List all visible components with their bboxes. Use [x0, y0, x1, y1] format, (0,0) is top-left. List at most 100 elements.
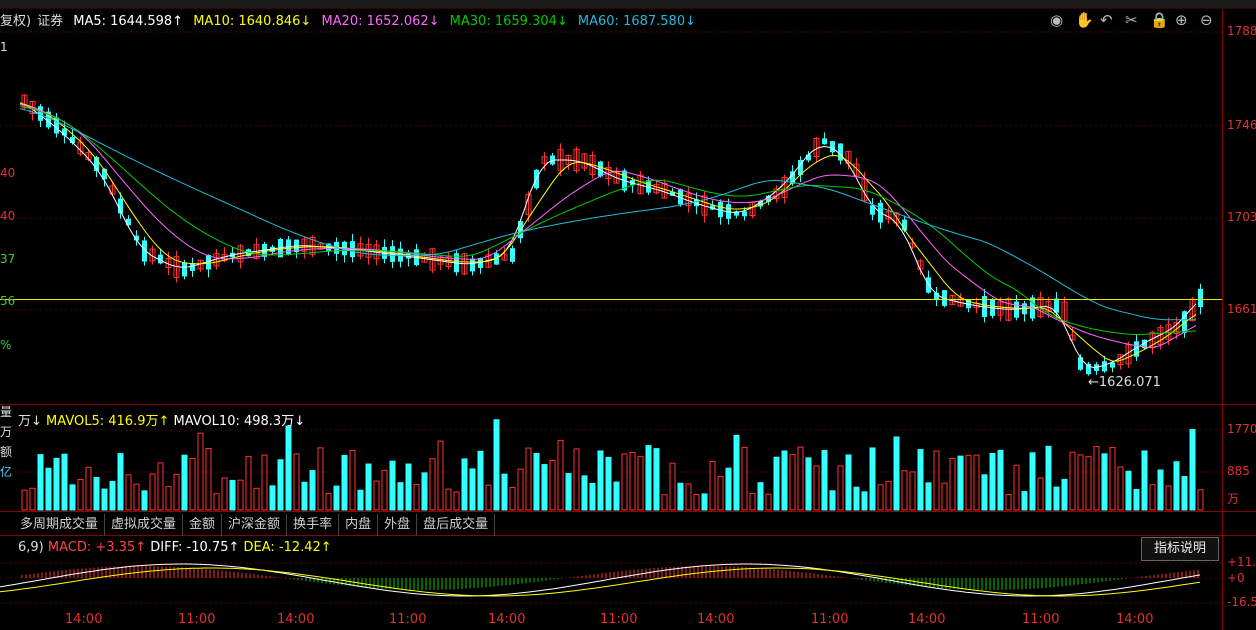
volume-bar — [789, 454, 796, 511]
volume-bar — [525, 447, 532, 511]
volume-bar — [365, 463, 372, 511]
volume-bar — [933, 450, 940, 511]
volume-bar — [317, 447, 324, 511]
candle-down — [742, 211, 747, 217]
volume-bar — [981, 474, 988, 511]
volume-bar — [629, 451, 636, 511]
volume-bar — [93, 476, 100, 511]
time-label: 11:00 — [811, 612, 849, 627]
volume-bar — [877, 484, 884, 511]
volume-bar — [741, 446, 748, 511]
volume-bar — [541, 464, 548, 511]
volume-bar — [581, 475, 588, 511]
tab-turnover[interactable]: 换手率 — [287, 514, 340, 536]
volume-bar — [637, 456, 644, 511]
volume-bar — [557, 439, 564, 511]
volume-bar — [1069, 451, 1076, 511]
volume-bar — [237, 479, 244, 511]
volume-bar — [1005, 494, 1012, 511]
volume-bar — [1141, 450, 1148, 511]
volume-bar — [349, 449, 356, 511]
candle-down — [1102, 361, 1107, 372]
volume-bar — [949, 457, 956, 511]
volume-bar — [725, 467, 732, 511]
volume-bar — [653, 448, 660, 511]
indicator-help-button[interactable]: 指标说明 — [1141, 537, 1219, 561]
tab-after-hours-volume[interactable]: 盘后成交量 — [417, 514, 496, 536]
volume-bar — [293, 453, 300, 511]
volume-bar — [245, 455, 252, 511]
tab-multi-period-volume[interactable]: 多周期成交量 — [14, 514, 106, 536]
candle-down — [1198, 288, 1203, 308]
tab-amount[interactable]: 金额 — [183, 514, 223, 536]
ma30-line — [19, 105, 1197, 336]
volume-bar — [669, 462, 676, 511]
volume-bar — [221, 477, 228, 511]
left-strip-label: 量 — [0, 405, 13, 419]
volume-bar — [85, 466, 92, 511]
volume-bar — [1077, 454, 1084, 511]
volume-bar — [157, 462, 164, 511]
left-strip-label: 37 — [0, 252, 16, 266]
volume-bar — [429, 458, 436, 511]
volume-bar — [901, 470, 908, 511]
tab-hs-amount[interactable]: 沪深金额 — [222, 514, 288, 536]
volume-bar — [893, 436, 900, 511]
time-label: 14:00 — [697, 612, 735, 627]
tab-virtual-volume[interactable]: 虚拟成交量 — [105, 514, 184, 536]
volume-bar — [805, 457, 812, 511]
volume-bar — [141, 490, 148, 511]
volume-bar — [861, 491, 868, 511]
left-strip-label: 1 — [0, 40, 8, 54]
left-strip-label: 额 — [0, 445, 13, 459]
tab-inner[interactable]: 内盘 — [339, 514, 379, 536]
volume-bar — [413, 483, 420, 511]
volume-bar — [517, 468, 524, 511]
volume-bar — [253, 487, 260, 511]
pane-divider-volume — [0, 404, 1256, 405]
volume-bar — [333, 485, 340, 511]
volume-bar — [69, 484, 76, 511]
volume-bar — [1053, 486, 1060, 511]
volume-bar — [853, 486, 860, 511]
price-label: 1746 — [1227, 118, 1256, 132]
reference-line — [0, 299, 1222, 300]
volume-bar — [45, 467, 52, 511]
volume-bar — [1181, 476, 1188, 511]
low-price-marker: ←1626.071 — [1088, 375, 1161, 390]
price-axis: 1788 1746 1703 1661 1770 885 万 +11.0 +0 … — [1222, 10, 1256, 630]
volume-bar — [829, 490, 836, 511]
volume-bar — [1029, 452, 1036, 511]
volume-bar — [445, 488, 452, 511]
volume-bar — [813, 465, 820, 511]
mavol10-value: MAVOL10: 498.3万↓ — [173, 414, 306, 429]
volume-bar — [109, 480, 116, 511]
volume-bar — [1101, 453, 1108, 511]
volume-bar — [773, 456, 780, 511]
tab-outer[interactable]: 外盘 — [378, 514, 418, 536]
volume-bar — [341, 454, 348, 511]
left-strip-label: 万 — [0, 425, 13, 439]
candle-down — [1078, 357, 1083, 370]
time-label: 11:00 — [1022, 612, 1060, 627]
volume-bar — [509, 487, 516, 511]
volume-bar — [205, 448, 212, 511]
volume-bar — [405, 463, 412, 511]
volume-bar — [1133, 489, 1140, 511]
macd-legend: 6,9) MACD: +3.35↑ DIFF: -10.75↑ DEA: -12… — [18, 540, 332, 555]
volume-bar — [997, 449, 1004, 511]
time-label: 11:00 — [178, 612, 216, 627]
candle-down — [470, 258, 475, 272]
volume-bar — [61, 453, 68, 511]
volume-bar — [453, 491, 460, 511]
volume-bar — [1117, 466, 1124, 511]
time-label: 11:00 — [600, 612, 638, 627]
volume-bar — [765, 493, 772, 511]
mavol5-value: MAVOL5: 416.9万↑ — [46, 414, 170, 429]
left-strip-label: 56 — [0, 294, 16, 308]
volume-label: 1770 — [1227, 422, 1256, 436]
volume-bar — [437, 440, 444, 511]
volume-bar — [261, 454, 268, 511]
volume-bar — [1037, 477, 1044, 511]
volume-bar — [565, 473, 572, 511]
